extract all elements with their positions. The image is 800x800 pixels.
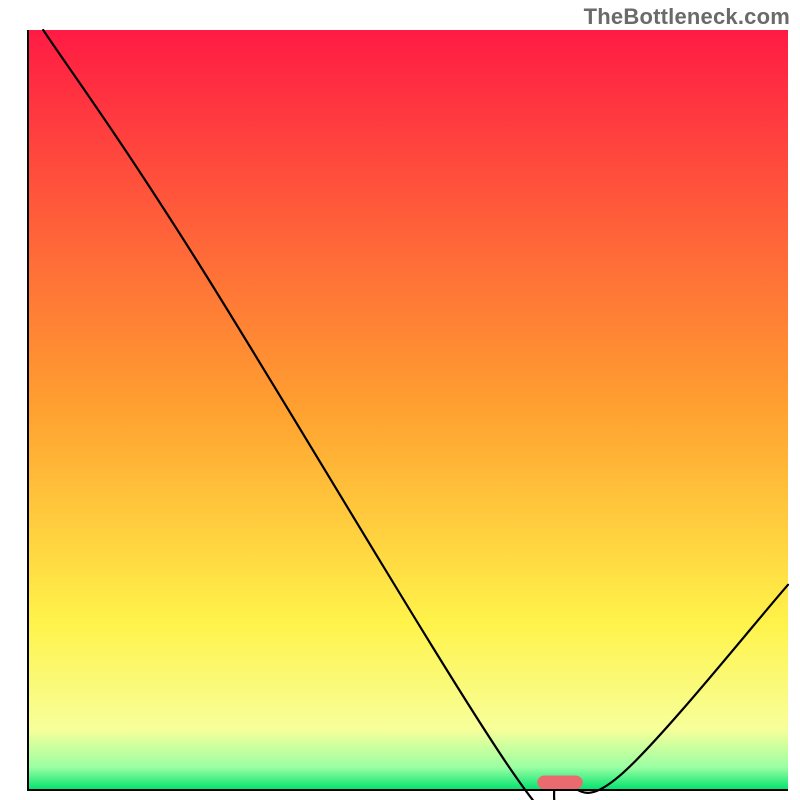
bottleneck-chart: [0, 0, 800, 800]
optimal-marker: [537, 776, 583, 790]
chart-container: TheBottleneck.com: [0, 0, 800, 800]
plot-background: [28, 30, 788, 790]
watermark-text: TheBottleneck.com: [584, 4, 790, 30]
